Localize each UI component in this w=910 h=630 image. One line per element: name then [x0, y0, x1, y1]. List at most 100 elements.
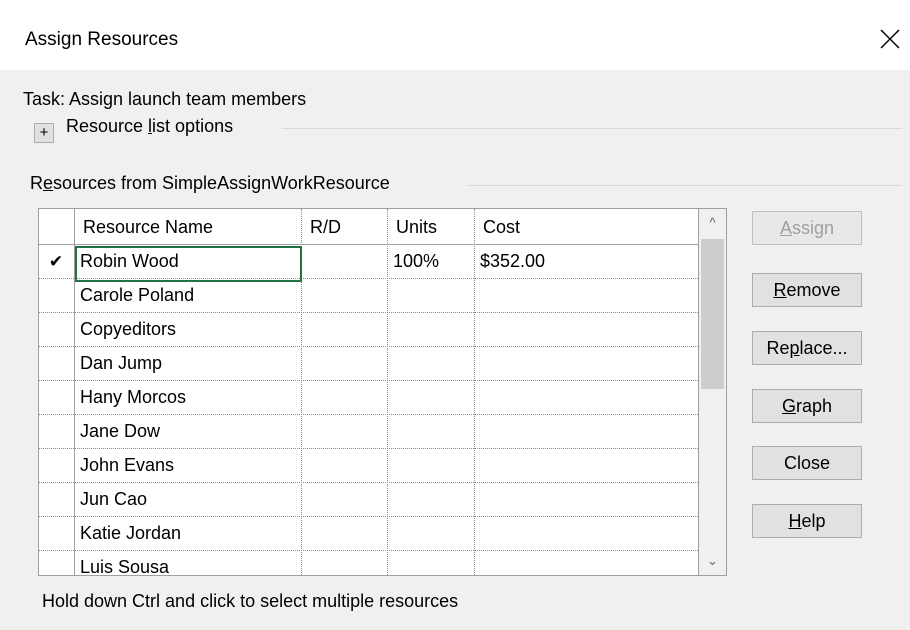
- rd-cell[interactable]: [302, 483, 387, 517]
- assign-button[interactable]: Assign: [752, 211, 862, 245]
- resource-row[interactable]: Carole Poland: [39, 279, 698, 313]
- replace-button[interactable]: Replace...: [752, 331, 862, 365]
- rd-cell[interactable]: [302, 279, 387, 313]
- resource-row[interactable]: ✔ Robin Wood 100% $352.00: [39, 245, 698, 279]
- resource-row[interactable]: John Evans: [39, 449, 698, 483]
- column-header-resource-name[interactable]: Resource Name: [75, 209, 301, 243]
- grid-row-divider: [39, 346, 698, 347]
- grid-column-divider: [74, 209, 75, 575]
- row-check-cell[interactable]: [39, 279, 73, 313]
- resource-grid[interactable]: Resource Name R/D Units Cost ✔ Robin Wood…: [38, 208, 699, 576]
- remove-button[interactable]: Remove: [752, 273, 862, 307]
- grid-row-divider: [39, 312, 698, 313]
- options-divider: [282, 128, 902, 129]
- row-check-cell[interactable]: [39, 449, 73, 483]
- units-cell[interactable]: [388, 551, 474, 575]
- column-header-cost[interactable]: Cost: [475, 209, 698, 243]
- assign-button-label: ssign: [791, 218, 835, 238]
- resource-row[interactable]: Jane Dow: [39, 415, 698, 449]
- row-check-cell[interactable]: [39, 415, 73, 449]
- rd-cell[interactable]: [302, 415, 387, 449]
- title-bar: Assign Resources: [0, 0, 910, 70]
- row-check-cell[interactable]: ✔: [39, 245, 73, 279]
- resource-name-cell[interactable]: John Evans: [75, 449, 301, 483]
- cost-cell[interactable]: [475, 449, 698, 483]
- resource-name-cell[interactable]: Hany Morcos: [75, 381, 301, 415]
- graph-button[interactable]: Graph: [752, 389, 862, 423]
- resource-name-cell[interactable]: Dan Jump: [75, 347, 301, 381]
- graph-button-accesskey: G: [781, 396, 796, 416]
- resource-name-cell[interactable]: Jun Cao: [75, 483, 301, 517]
- rd-cell[interactable]: [302, 245, 387, 279]
- rd-cell[interactable]: [302, 347, 387, 381]
- cost-cell[interactable]: [475, 347, 698, 381]
- resource-list-options-text-post: ist options: [152, 116, 234, 136]
- cost-cell[interactable]: $352.00: [475, 245, 698, 279]
- rd-cell[interactable]: [302, 551, 387, 575]
- row-check-cell[interactable]: [39, 517, 73, 551]
- resource-name-cell[interactable]: Copyeditors: [75, 313, 301, 347]
- resource-name-cell[interactable]: Jane Dow: [75, 415, 301, 449]
- units-cell[interactable]: [388, 381, 474, 415]
- resources-from-label: Resources from SimpleAssignWorkResource: [30, 173, 390, 194]
- cost-cell[interactable]: [475, 381, 698, 415]
- resource-row[interactable]: Dan Jump: [39, 347, 698, 381]
- expand-options-button[interactable]: +: [34, 123, 54, 143]
- units-cell[interactable]: [388, 449, 474, 483]
- column-header-rd[interactable]: R/D: [302, 209, 387, 243]
- units-cell[interactable]: [388, 347, 474, 381]
- resource-name-cell[interactable]: Robin Wood: [75, 245, 301, 279]
- resource-row[interactable]: Jun Cao: [39, 483, 698, 517]
- resource-name-cell[interactable]: Luis Sousa: [75, 551, 301, 575]
- cost-cell[interactable]: [475, 483, 698, 517]
- close-button[interactable]: Close: [752, 446, 862, 480]
- scroll-thumb[interactable]: [701, 239, 724, 389]
- row-check-cell[interactable]: [39, 381, 73, 415]
- resource-row[interactable]: Luis Sousa: [39, 551, 698, 575]
- units-cell[interactable]: [388, 517, 474, 551]
- grid-row-divider: [39, 244, 698, 245]
- rd-cell[interactable]: [302, 449, 387, 483]
- resource-name-cell[interactable]: Carole Poland: [75, 279, 301, 313]
- column-header-units[interactable]: Units: [388, 209, 474, 243]
- row-check-cell[interactable]: [39, 483, 73, 517]
- resource-list-options-text-pre: Resource: [66, 116, 149, 136]
- dialog-title: Assign Resources: [25, 29, 179, 50]
- remove-button-label: emove: [786, 280, 841, 300]
- close-icon[interactable]: [876, 24, 904, 54]
- units-cell[interactable]: [388, 279, 474, 313]
- resource-row[interactable]: Copyeditors: [39, 313, 698, 347]
- grid-scrollbar[interactable]: ^ ⌄: [699, 208, 727, 576]
- scroll-up-icon[interactable]: ^: [699, 211, 726, 235]
- units-cell[interactable]: [388, 313, 474, 347]
- resource-name-cell[interactable]: Katie Jordan: [75, 517, 301, 551]
- status-hint: Hold down Ctrl and click to select multi…: [42, 591, 459, 611]
- rd-cell[interactable]: [302, 517, 387, 551]
- help-button-accesskey: H: [788, 511, 802, 531]
- row-check-cell[interactable]: [39, 313, 73, 347]
- resource-row[interactable]: Katie Jordan: [39, 517, 698, 551]
- grid-row-divider: [39, 550, 698, 551]
- column-header-indicator[interactable]: [39, 209, 73, 243]
- help-button[interactable]: Help: [752, 504, 862, 538]
- cost-cell[interactable]: [475, 415, 698, 449]
- units-cell[interactable]: 100%: [388, 245, 474, 279]
- graph-button-label: raph: [795, 396, 833, 416]
- cost-cell[interactable]: [475, 551, 698, 575]
- units-cell[interactable]: [388, 483, 474, 517]
- resources-from-accesskey: e: [43, 173, 54, 193]
- resource-list-options-label[interactable]: Resource list options: [66, 116, 233, 137]
- resources-from-text-pre: R: [30, 173, 43, 193]
- rd-cell[interactable]: [302, 381, 387, 415]
- cost-cell[interactable]: [475, 279, 698, 313]
- grid-row-divider: [39, 448, 698, 449]
- row-check-cell[interactable]: [39, 347, 73, 381]
- units-cell[interactable]: [388, 415, 474, 449]
- row-check-cell[interactable]: [39, 551, 73, 575]
- resource-row[interactable]: Hany Morcos: [39, 381, 698, 415]
- cost-cell[interactable]: [475, 517, 698, 551]
- cost-cell[interactable]: [475, 313, 698, 347]
- help-button-label: elp: [801, 511, 826, 531]
- scroll-down-icon[interactable]: ⌄: [699, 549, 726, 573]
- rd-cell[interactable]: [302, 313, 387, 347]
